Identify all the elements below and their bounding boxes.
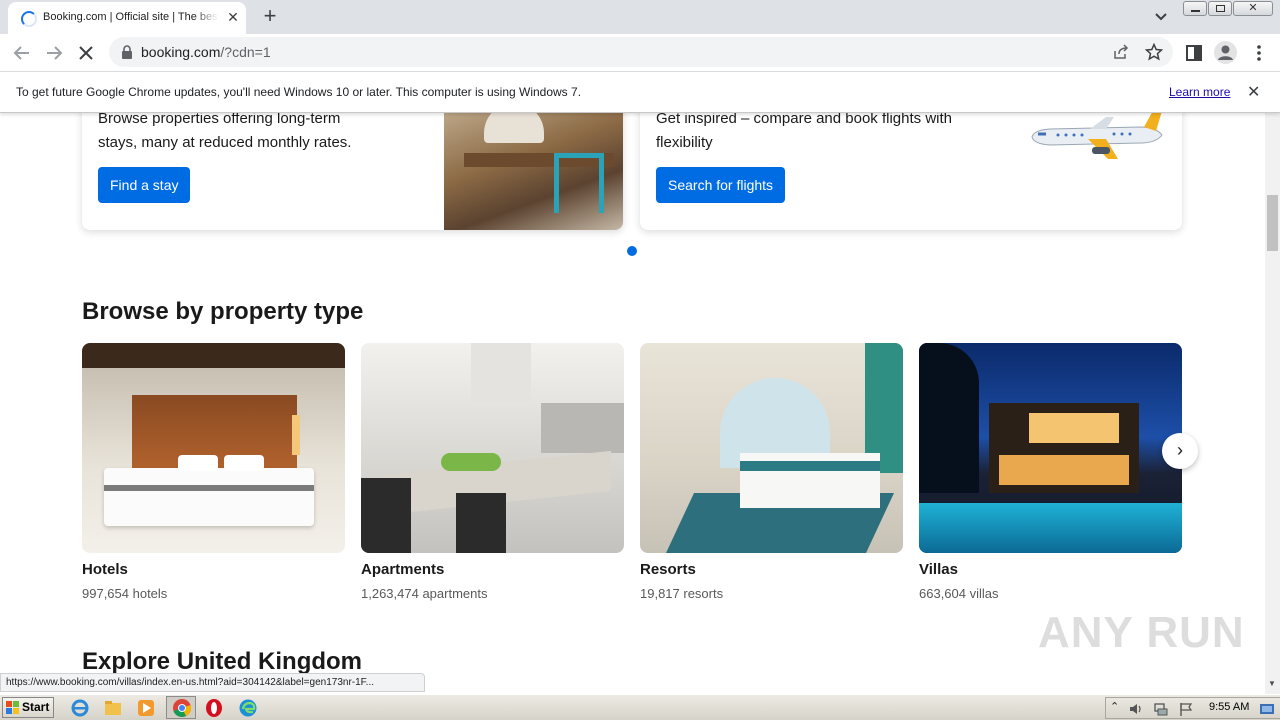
show-desktop-icon[interactable] [1259,701,1275,717]
booking-page: Browse properties offering long-term sta… [0,113,1265,694]
url-host: booking.com [141,44,221,60]
url-path: /?cdn=1 [220,44,271,60]
villas-photo[interactable] [919,343,1182,553]
show-hidden-icons-arrow-icon[interactable]: ⌃ [1110,700,1119,713]
infobar-message: To get future Google Chrome updates, you… [16,85,582,99]
browse-property-heading: Browse by property type [82,298,364,325]
forward-arrow-icon[interactable] [43,42,65,64]
system-tray: ⌃ [1105,697,1280,719]
tab-search-chevron-icon[interactable] [1152,8,1170,26]
long-stays-card: Browse properties offering long-term sta… [82,113,623,230]
volume-icon[interactable] [1128,701,1144,717]
address-url[interactable]: booking.com/?cdn=1 [141,44,271,60]
resorts-photo[interactable] [640,343,903,553]
search-for-flights-button[interactable]: Search for flights [656,167,786,203]
start-button[interactable]: Start [2,697,54,718]
window-close-button[interactable]: ✕ [1233,1,1273,16]
long-stays-text-line2: stays, many at reduced monthly rates. [98,134,352,151]
property-count: 997,654 hotels [82,586,168,601]
profile-person-icon [1218,45,1233,60]
learn-more-link[interactable]: Learn more [1169,85,1230,99]
side-panel-icon[interactable] [1183,42,1205,64]
property-count: 663,604 villas [919,586,999,601]
scrollbar-thumb[interactable] [1267,195,1278,251]
page-scrollbar[interactable]: ▼ [1265,113,1280,694]
flights-card: Get inspired – compare and book flights … [640,113,1182,230]
media-player-icon[interactable] [136,698,156,718]
scroll-down-arrow-icon[interactable]: ▼ [1268,679,1276,688]
flights-text-line1: Get inspired – compare and book flights … [656,113,952,127]
share-icon[interactable] [1113,44,1129,60]
stop-loading-icon[interactable] [75,42,97,64]
profile-avatar[interactable] [1214,41,1237,64]
bookmark-star-icon[interactable] [1145,43,1163,61]
start-label: Start [22,700,50,714]
tab-close-button[interactable]: ✕ [225,9,241,25]
edge-icon[interactable] [238,698,258,718]
find-a-stay-button[interactable]: Find a stay [98,167,191,203]
airplane-illustration-icon [1031,113,1163,159]
property-count: 19,817 resorts [640,586,724,601]
update-infobar: To get future Google Chrome updates, you… [0,71,1280,113]
chrome-taskbar-button[interactable] [166,696,196,719]
property-name[interactable]: Resorts [640,561,696,578]
property-name[interactable]: Villas [919,561,958,578]
flights-text-line2: flexibility [656,134,713,151]
long-stays-text-line1: Browse properties offering long-term [98,113,341,127]
long-stays-photo [444,113,623,230]
internet-explorer-icon[interactable] [70,698,90,718]
address-bar[interactable]: booking.com/?cdn=1 [109,37,1173,67]
opera-icon[interactable] [204,698,224,718]
lock-icon[interactable] [121,45,133,59]
loading-spinner-icon [21,11,37,27]
window-restore-button[interactable] [1208,1,1232,16]
hotels-photo[interactable] [82,343,345,553]
browser-toolbar: booking.com/?cdn=1 [0,34,1280,71]
file-explorer-icon[interactable] [103,698,123,718]
windows-taskbar: Start ⌃ 9:55 AM [0,694,1280,720]
chrome-menu-icon[interactable] [1248,42,1270,64]
taskbar-clock[interactable]: 9:55 AM [1209,701,1249,713]
browser-tab-strip: Booking.com | Official site | The best h… [0,0,1280,34]
property-name[interactable]: Hotels [82,561,128,578]
property-name[interactable]: Apartments [361,561,444,578]
infobar-close-button[interactable]: ✕ [1247,82,1260,102]
anyrun-watermark: ANY RUN [1038,608,1245,657]
window-minimize-button[interactable] [1183,1,1207,16]
link-status-bubble: https://www.booking.com/villas/index.en-… [0,673,425,692]
explore-heading: Explore United Kingdom [82,648,363,675]
windows-logo-icon [6,701,19,714]
chrome-icon [173,699,191,717]
carousel-next-button[interactable]: › [1162,433,1198,469]
back-arrow-icon[interactable] [11,42,33,64]
tab-title: Booking.com | Official site | The best h… [43,11,218,23]
apartments-photo[interactable] [361,343,624,553]
action-center-flag-icon[interactable] [1178,701,1194,717]
carousel-dot[interactable] [627,246,637,256]
new-tab-button[interactable]: + [259,5,281,27]
network-icon[interactable] [1153,701,1169,717]
property-count: 1,263,474 apartments [361,586,488,601]
browser-tab[interactable]: Booking.com | Official site | The best h… [8,2,246,34]
